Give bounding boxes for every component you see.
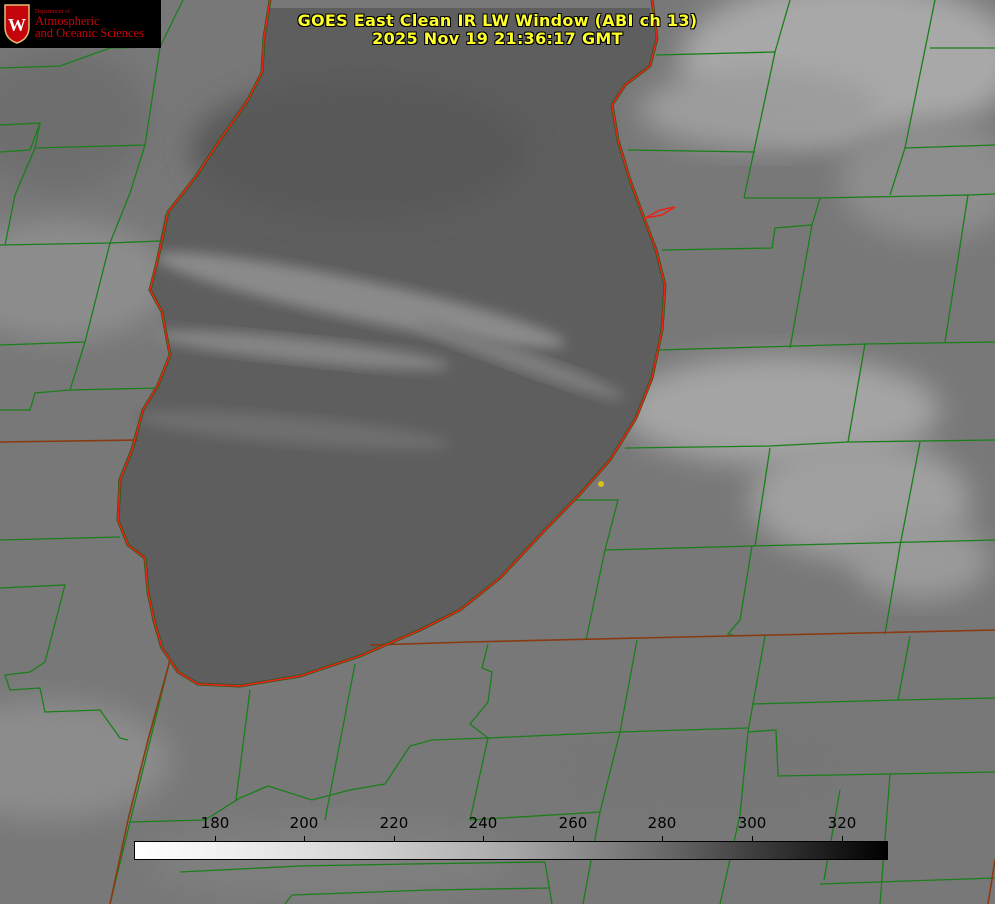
- colorbar-tick-mark: [215, 836, 216, 842]
- satellite-image-viewer: W Department of Atmospheric and Oceanic …: [0, 0, 995, 904]
- colorbar-tick-label: 260: [558, 814, 588, 832]
- colorbar-tick-label: 240: [468, 814, 498, 832]
- image-title: GOES East Clean IR LW Window (ABI ch 13): [297, 11, 698, 30]
- image-timestamp: 2025 Nov 19 21:36:17 GMT: [372, 29, 623, 48]
- colorbar-tick-label: 300: [737, 814, 767, 832]
- colorbar-tick-mark: [394, 836, 395, 842]
- temperature-colorbar: [134, 841, 888, 860]
- colorbar-tick-mark: [842, 836, 843, 842]
- colorbar-tick-label: 180: [200, 814, 230, 832]
- colorbar-tick-mark: [304, 836, 305, 842]
- colorbar-tick-mark: [573, 836, 574, 842]
- colorbar-tick-mark: [483, 836, 484, 842]
- station-marker: [598, 481, 604, 487]
- colorbar-tick-mark: [752, 836, 753, 842]
- colorbar-tick-label: 200: [289, 814, 319, 832]
- colorbar-tick-label: 220: [379, 814, 409, 832]
- satellite-map: [0, 0, 995, 904]
- colorbar-tick-label: 280: [647, 814, 677, 832]
- colorbar-tick-label: 320: [827, 814, 857, 832]
- colorbar-tick-mark: [662, 836, 663, 842]
